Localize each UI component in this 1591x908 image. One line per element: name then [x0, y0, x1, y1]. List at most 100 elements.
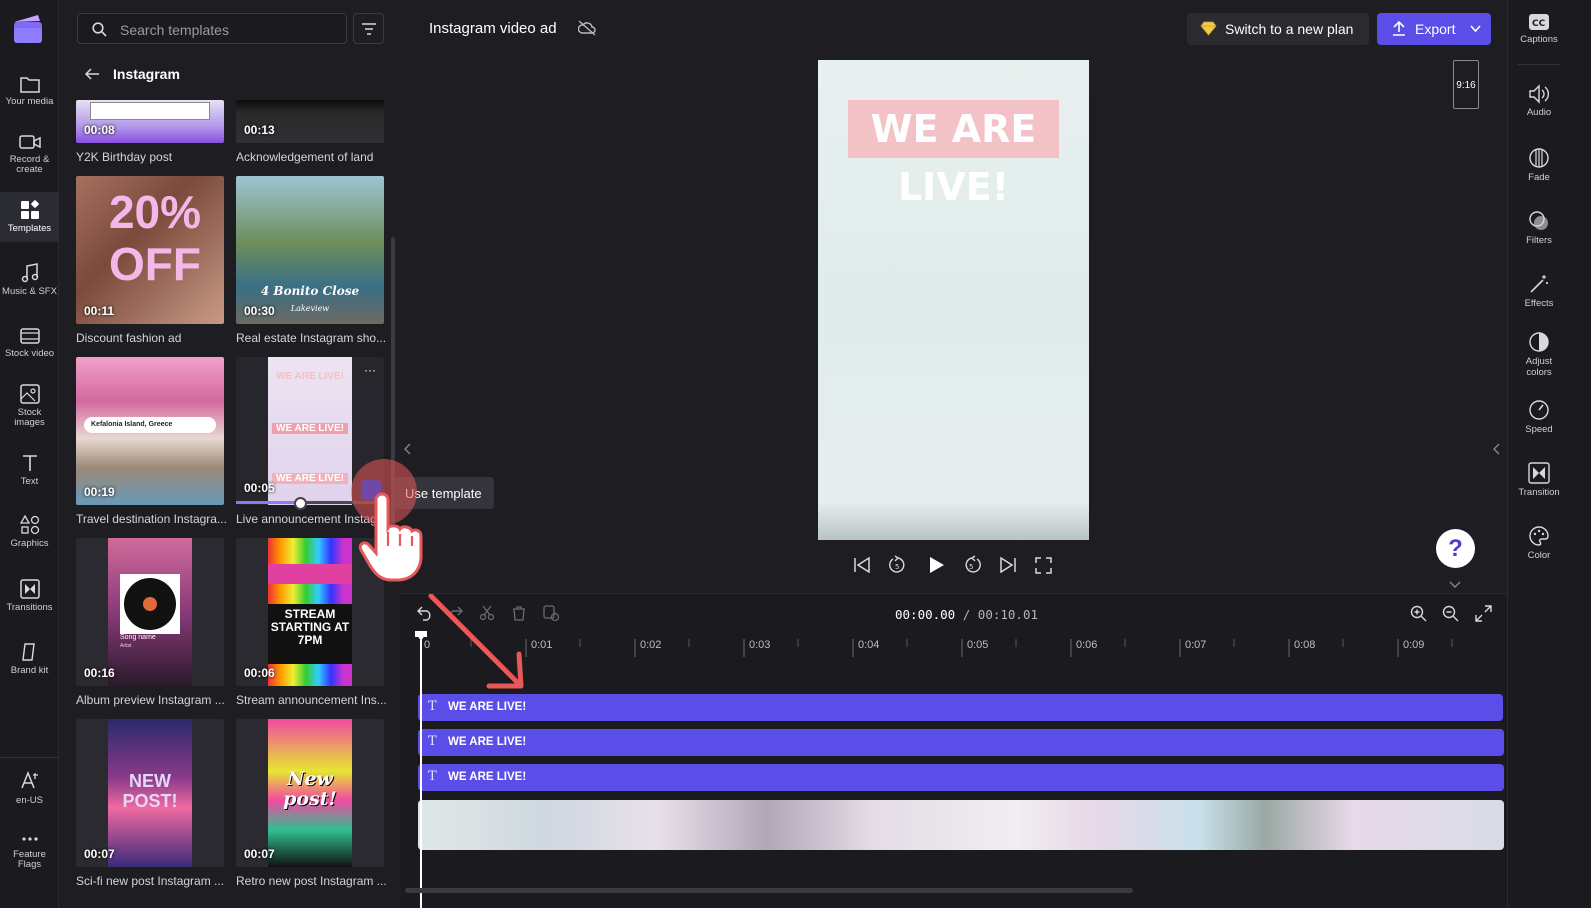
- captions-icon: CC: [1529, 14, 1549, 30]
- rewind-5-icon[interactable]: 5: [888, 555, 908, 575]
- contrast-icon: [1529, 332, 1549, 352]
- rail-label: images: [14, 417, 45, 428]
- template-caption: Acknowledgement of land: [236, 150, 374, 164]
- text-track-clip[interactable]: T WE ARE LIVE!: [418, 729, 1504, 756]
- template-overlay-text: WE ARE LIVE!: [276, 371, 344, 382]
- template-duration: 00:07: [84, 847, 115, 861]
- skip-forward-icon[interactable]: [999, 557, 1017, 573]
- rail-audio[interactable]: Audio: [1508, 84, 1570, 118]
- rail-speed[interactable]: Speed: [1508, 399, 1570, 435]
- arrow-left-icon: [84, 68, 99, 80]
- rail-transition[interactable]: Transition: [1508, 462, 1570, 498]
- template-card[interactable]: Kefalonia Island, Greece 00:19: [76, 357, 224, 505]
- rail-filters[interactable]: Filters: [1508, 210, 1570, 246]
- speaker-icon: [1529, 84, 1549, 104]
- music-icon: [21, 263, 38, 283]
- help-button[interactable]: ?: [1436, 529, 1475, 568]
- rail-label: Brand kit: [10, 665, 49, 676]
- speedometer-icon: [1529, 400, 1549, 420]
- template-duration: 00:11: [84, 304, 115, 318]
- rail-adjust-colors[interactable]: Adjust colors: [1508, 331, 1570, 378]
- template-card[interactable]: New post! 00:07: [236, 719, 384, 867]
- play-icon[interactable]: [926, 555, 946, 575]
- rail-language[interactable]: en-US: [0, 770, 59, 810]
- template-preview: STREAM STARTING AT 7PM: [268, 538, 352, 686]
- rail-stock-video[interactable]: Stock video: [0, 327, 59, 367]
- zoom-in-icon[interactable]: [1410, 605, 1427, 622]
- template-card[interactable]: 00:13: [236, 100, 384, 143]
- template-preview: Song name Artist: [108, 538, 192, 686]
- template-preview: WE ARE LIVE! WE ARE LIVE! WE ARE LIVE!: [268, 357, 352, 505]
- template-overlay-text: STREAM STARTING AT 7PM: [268, 604, 352, 664]
- svg-text:CC: CC: [1532, 19, 1546, 29]
- text-icon: T: [428, 734, 437, 749]
- rail-brand-kit[interactable]: Brand kit: [0, 642, 59, 682]
- chevron-down-icon: [1470, 25, 1481, 33]
- template-card[interactable]: Song name Artist 00:16: [76, 538, 224, 686]
- clip-label: WE ARE LIVE!: [448, 736, 527, 748]
- rail-text[interactable]: Text: [0, 453, 59, 493]
- text-track-clip[interactable]: T WE ARE LIVE!: [418, 764, 1504, 791]
- template-card[interactable]: NEW POST! 00:07: [76, 719, 224, 867]
- fullscreen-icon[interactable]: [1035, 557, 1052, 574]
- filter-button[interactable]: [353, 13, 384, 44]
- switch-plan-button[interactable]: Switch to a new plan: [1187, 13, 1369, 45]
- collapse-left-icon[interactable]: [403, 443, 413, 455]
- export-button[interactable]: Export: [1377, 13, 1491, 45]
- album-cover: [120, 574, 180, 634]
- fit-timeline-icon[interactable]: [1475, 605, 1492, 622]
- rail-graphics[interactable]: Graphics: [0, 515, 59, 555]
- template-card[interactable]: 20% OFF 00:11: [76, 176, 224, 324]
- rail-label: Filters: [1526, 235, 1552, 246]
- rail-music-sfx[interactable]: Music & SFX: [0, 263, 59, 303]
- rail-templates[interactable]: Templates: [0, 192, 59, 242]
- right-rail-divider: [1518, 64, 1560, 65]
- template-card[interactable]: 4 Bonito Close Lakeview 00:30: [236, 176, 384, 324]
- video-track-clip[interactable]: [418, 800, 1504, 850]
- rail-color[interactable]: Color: [1508, 525, 1570, 561]
- project-title[interactable]: Instagram video ad: [429, 20, 557, 37]
- skip-back-icon[interactable]: [853, 557, 871, 573]
- rail-captions[interactable]: CC Captions: [1508, 13, 1570, 45]
- rail-label: Music & SFX: [2, 286, 57, 297]
- template-caption: Stream announcement Ins...: [236, 693, 386, 707]
- rail-your-media[interactable]: Your media: [0, 75, 59, 123]
- video-preview[interactable]: WE ARE LIVE!: [818, 60, 1089, 540]
- cloud-off-icon[interactable]: [578, 20, 596, 36]
- timeline-scrollbar[interactable]: [405, 888, 1133, 893]
- template-overlay-text: Song name: [120, 634, 156, 641]
- clip-label: WE ARE LIVE!: [448, 701, 527, 713]
- preview-headline: WE ARE LIVE!: [848, 100, 1059, 209]
- rail-label: Templates: [7, 223, 52, 234]
- text-track-clip[interactable]: T WE ARE LIVE!: [418, 694, 1503, 721]
- forward-5-icon[interactable]: 5: [962, 555, 982, 575]
- template-duration: 00:08: [84, 123, 115, 137]
- collapse-right-icon[interactable]: [1492, 443, 1502, 455]
- rail-fade[interactable]: Fade: [1508, 147, 1570, 183]
- clip-label: WE ARE LIVE!: [448, 771, 527, 783]
- rail-feature-flags[interactable]: Feature Flags: [0, 832, 59, 882]
- preview-scrub-handle[interactable]: [294, 497, 307, 510]
- rail-label: Text: [20, 476, 39, 487]
- template-caption: Sci-fi new post Instagram ...: [76, 874, 225, 888]
- template-duration: 00:30: [244, 304, 275, 318]
- duplicate-icon[interactable]: [543, 605, 559, 621]
- templates-panel: Search templates Instagram 00:08 Y2K Bir…: [60, 0, 400, 907]
- rail-effects[interactable]: Effects: [1508, 273, 1570, 309]
- export-label: Export: [1415, 21, 1456, 37]
- zoom-out-icon[interactable]: [1442, 605, 1459, 622]
- transition-icon: [19, 579, 40, 599]
- template-card[interactable]: 00:08: [76, 100, 224, 143]
- rail-record-create[interactable]: Record & create: [0, 133, 59, 183]
- search-input[interactable]: Search templates: [77, 13, 347, 44]
- aspect-ratio-button[interactable]: 9:16: [1453, 60, 1479, 109]
- rail-transitions[interactable]: Transitions: [0, 579, 59, 619]
- chevron-down-icon[interactable]: [1449, 581, 1461, 589]
- language-icon: [20, 770, 38, 789]
- more-options-icon[interactable]: ···: [364, 363, 376, 377]
- rail-label: en-US: [16, 795, 43, 806]
- rail-stock-images[interactable]: Stock images: [0, 384, 59, 434]
- brand-icon: [21, 643, 35, 661]
- ruler-ticks: [470, 639, 1453, 657]
- back-button[interactable]: [82, 64, 102, 84]
